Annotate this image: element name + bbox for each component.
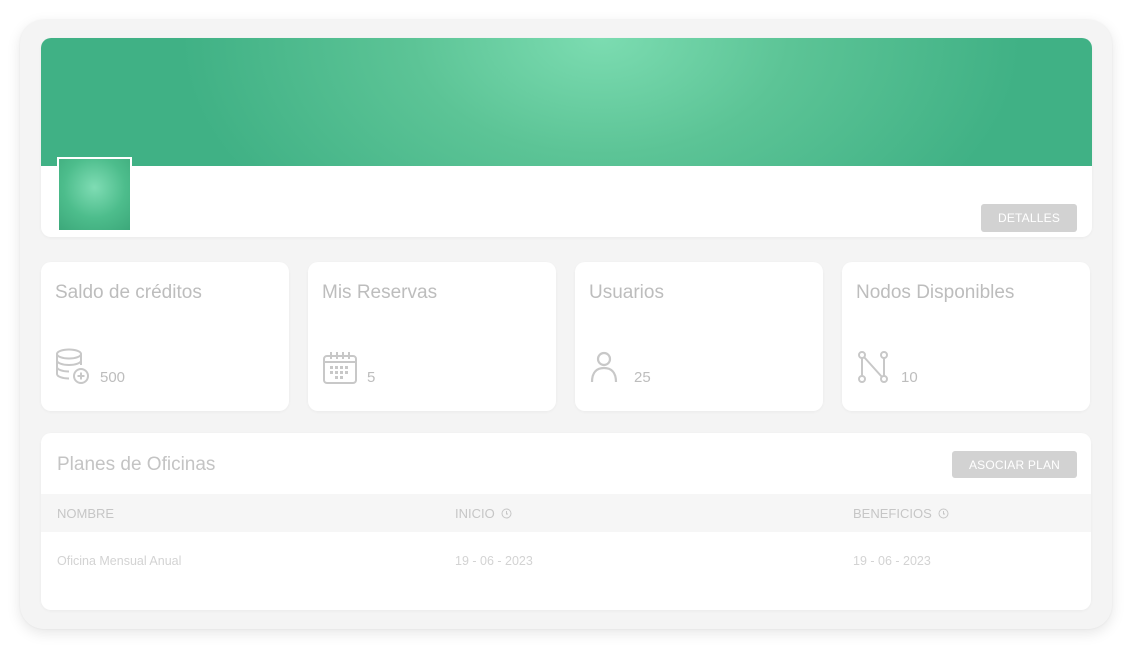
nodes-icon — [858, 351, 888, 383]
column-header-start[interactable]: INICIO — [455, 494, 512, 532]
stat-card-credits[interactable]: Saldo de créditos 500 — [41, 262, 289, 411]
stat-card-users[interactable]: Usuarios 25 — [575, 262, 823, 411]
table-header: NOMBRE INICIO BENEFICIOS — [41, 494, 1091, 532]
clock-icon — [501, 508, 512, 518]
table-cell: 19 - 06 - 2023 — [853, 554, 931, 568]
table-cell: 19 - 06 - 2023 — [455, 554, 533, 568]
user-icon — [590, 351, 618, 383]
associate-plan-button[interactable]: ASOCIAR PLAN — [952, 451, 1077, 478]
calendar-icon — [323, 352, 357, 384]
table-cell: Oficina Mensual Anual — [57, 554, 182, 568]
stat-title: Nodos Disponibles — [856, 282, 1015, 303]
stat-card-nodes[interactable]: Nodos Disponibles 10 — [842, 262, 1090, 411]
column-header-name[interactable]: NOMBRE — [57, 494, 114, 532]
stat-value: 5 — [367, 369, 376, 386]
details-button[interactable]: DETALLES — [981, 204, 1077, 232]
column-header-label: NOMBRE — [57, 505, 115, 521]
plans-card: Planes de Oficinas ASOCIAR PLAN NOMBRE I… — [41, 433, 1091, 610]
profile-card: DETALLES — [41, 38, 1092, 237]
cover-banner — [41, 38, 1092, 166]
stat-card-reservations[interactable]: Mis Reservas 5 — [308, 262, 556, 411]
stat-value: 25 — [634, 369, 651, 386]
stat-title: Saldo de créditos — [55, 282, 202, 303]
clock-icon — [938, 508, 949, 518]
column-header-label: INICIO — [455, 505, 495, 521]
stat-value: 500 — [100, 369, 126, 386]
stat-title: Mis Reservas — [322, 282, 438, 303]
coins-stack-plus-icon — [56, 348, 89, 384]
plans-title: Planes de Oficinas — [57, 454, 216, 475]
stat-value: 10 — [901, 369, 918, 386]
column-header-label: BENEFICIOS — [853, 505, 932, 521]
stat-title: Usuarios — [589, 282, 664, 303]
column-header-benefits[interactable]: BENEFICIOS — [853, 494, 949, 532]
avatar[interactable] — [57, 157, 132, 232]
